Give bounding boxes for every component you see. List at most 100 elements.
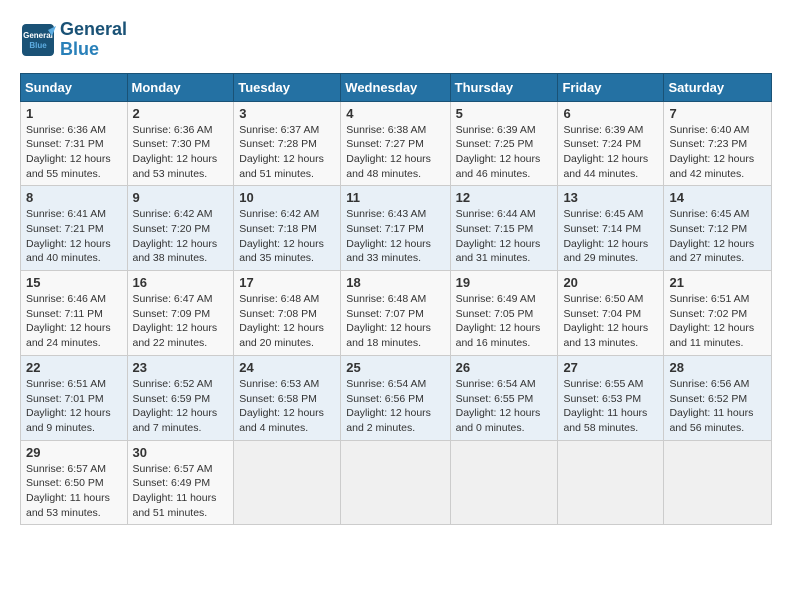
calendar-cell: 8Sunrise: 6:41 AM Sunset: 7:21 PM Daylig…: [21, 186, 128, 271]
day-info: Sunrise: 6:51 AM Sunset: 7:02 PM Dayligh…: [669, 292, 766, 351]
day-info: Sunrise: 6:36 AM Sunset: 7:30 PM Dayligh…: [133, 123, 229, 182]
calendar-cell: 3 Sunrise: 6:37 AM Sunset: 7:28 PM Daylig…: [234, 101, 341, 186]
day-number: 6: [563, 106, 658, 121]
day-info: Sunrise: 6:48 AM Sunset: 7:07 PM Dayligh…: [346, 292, 444, 351]
day-info: Sunrise: 6:57 AM Sunset: 6:50 PM Dayligh…: [26, 462, 122, 521]
logo-general: General: [60, 20, 127, 40]
day-number: 9: [133, 190, 229, 205]
day-info: Sunrise: 6:40 AM Sunset: 7:23 PM Dayligh…: [669, 123, 766, 182]
day-info: Sunrise: 6:39 AM Sunset: 7:25 PM Dayligh…: [456, 123, 553, 182]
day-number: 18: [346, 275, 444, 290]
day-number: 5: [456, 106, 553, 121]
calendar-cell: 20Sunrise: 6:50 AM Sunset: 7:04 PM Dayli…: [558, 271, 664, 356]
day-number: 23: [133, 360, 229, 375]
day-number: 24: [239, 360, 335, 375]
calendar-cell: 12Sunrise: 6:44 AM Sunset: 7:15 PM Dayli…: [450, 186, 558, 271]
day-number: 26: [456, 360, 553, 375]
calendar-week-row: 29 Sunrise: 6:57 AM Sunset: 6:50 PM Dayli…: [21, 440, 772, 525]
day-info: Sunrise: 6:44 AM Sunset: 7:15 PM Dayligh…: [456, 207, 553, 266]
day-info: Sunrise: 6:38 AM Sunset: 7:27 PM Dayligh…: [346, 123, 444, 182]
calendar-week-row: 1 Sunrise: 6:36 AM Sunset: 7:31 PM Daylig…: [21, 101, 772, 186]
day-number: 29: [26, 445, 122, 460]
day-number: 10: [239, 190, 335, 205]
day-number: 22: [26, 360, 122, 375]
column-header-monday: Monday: [127, 73, 234, 101]
calendar-cell: 14 Sunrise: 6:45 AM Sunset: 7:12 PM Dayli…: [664, 186, 772, 271]
calendar-cell: 29 Sunrise: 6:57 AM Sunset: 6:50 PM Dayli…: [21, 440, 128, 525]
calendar-cell: 2 Sunrise: 6:36 AM Sunset: 7:30 PM Daylig…: [127, 101, 234, 186]
calendar-cell: [234, 440, 341, 525]
day-info: Sunrise: 6:55 AM Sunset: 6:53 PM Dayligh…: [563, 377, 658, 436]
column-header-sunday: Sunday: [21, 73, 128, 101]
day-number: 16: [133, 275, 229, 290]
day-number: 2: [133, 106, 229, 121]
calendar-cell: 7 Sunrise: 6:40 AM Sunset: 7:23 PM Daylig…: [664, 101, 772, 186]
day-number: 13: [563, 190, 658, 205]
calendar-cell: 13 Sunrise: 6:45 AM Sunset: 7:14 PM Dayli…: [558, 186, 664, 271]
logo: General Blue General Blue: [20, 20, 127, 60]
calendar-week-row: 22 Sunrise: 6:51 AM Sunset: 7:01 PM Dayli…: [21, 355, 772, 440]
calendar-cell: 30 Sunrise: 6:57 AM Sunset: 6:49 PM Dayli…: [127, 440, 234, 525]
calendar-week-row: 15 Sunrise: 6:46 AM Sunset: 7:11 PM Dayli…: [21, 271, 772, 356]
day-info: Sunrise: 6:45 AM Sunset: 7:14 PM Dayligh…: [563, 207, 658, 266]
calendar-header-row: SundayMondayTuesdayWednesdayThursdayFrid…: [21, 73, 772, 101]
calendar-cell: 4Sunrise: 6:38 AM Sunset: 7:27 PM Daylig…: [341, 101, 450, 186]
day-info: Sunrise: 6:53 AM Sunset: 6:58 PM Dayligh…: [239, 377, 335, 436]
day-info: Sunrise: 6:51 AM Sunset: 7:01 PM Dayligh…: [26, 377, 122, 436]
calendar-week-row: 8Sunrise: 6:41 AM Sunset: 7:21 PM Daylig…: [21, 186, 772, 271]
calendar-cell: 15 Sunrise: 6:46 AM Sunset: 7:11 PM Dayli…: [21, 271, 128, 356]
day-info: Sunrise: 6:52 AM Sunset: 6:59 PM Dayligh…: [133, 377, 229, 436]
calendar-cell: 5 Sunrise: 6:39 AM Sunset: 7:25 PM Daylig…: [450, 101, 558, 186]
svg-text:Blue: Blue: [29, 41, 47, 50]
day-info: Sunrise: 6:54 AM Sunset: 6:56 PM Dayligh…: [346, 377, 444, 436]
day-info: Sunrise: 6:39 AM Sunset: 7:24 PM Dayligh…: [563, 123, 658, 182]
day-info: Sunrise: 6:45 AM Sunset: 7:12 PM Dayligh…: [669, 207, 766, 266]
calendar-cell: 10 Sunrise: 6:42 AM Sunset: 7:18 PM Dayli…: [234, 186, 341, 271]
calendar-cell: [664, 440, 772, 525]
day-info: Sunrise: 6:56 AM Sunset: 6:52 PM Dayligh…: [669, 377, 766, 436]
calendar-cell: 28Sunrise: 6:56 AM Sunset: 6:52 PM Dayli…: [664, 355, 772, 440]
day-number: 19: [456, 275, 553, 290]
calendar-cell: 24 Sunrise: 6:53 AM Sunset: 6:58 PM Dayli…: [234, 355, 341, 440]
day-info: Sunrise: 6:36 AM Sunset: 7:31 PM Dayligh…: [26, 123, 122, 182]
day-info: Sunrise: 6:43 AM Sunset: 7:17 PM Dayligh…: [346, 207, 444, 266]
column-header-wednesday: Wednesday: [341, 73, 450, 101]
calendar-cell: 11Sunrise: 6:43 AM Sunset: 7:17 PM Dayli…: [341, 186, 450, 271]
calendar-cell: 18 Sunrise: 6:48 AM Sunset: 7:07 PM Dayli…: [341, 271, 450, 356]
day-number: 1: [26, 106, 122, 121]
svg-text:General: General: [23, 31, 53, 40]
day-info: Sunrise: 6:54 AM Sunset: 6:55 PM Dayligh…: [456, 377, 553, 436]
day-info: Sunrise: 6:57 AM Sunset: 6:49 PM Dayligh…: [133, 462, 229, 521]
day-info: Sunrise: 6:37 AM Sunset: 7:28 PM Dayligh…: [239, 123, 335, 182]
calendar-cell: [450, 440, 558, 525]
day-number: 20: [563, 275, 658, 290]
day-info: Sunrise: 6:46 AM Sunset: 7:11 PM Dayligh…: [26, 292, 122, 351]
logo-blue: Blue: [60, 40, 127, 60]
day-info: Sunrise: 6:42 AM Sunset: 7:20 PM Dayligh…: [133, 207, 229, 266]
calendar-cell: 27Sunrise: 6:55 AM Sunset: 6:53 PM Dayli…: [558, 355, 664, 440]
calendar-cell: 22 Sunrise: 6:51 AM Sunset: 7:01 PM Dayli…: [21, 355, 128, 440]
calendar-table: SundayMondayTuesdayWednesdayThursdayFrid…: [20, 73, 772, 526]
calendar-cell: 17Sunrise: 6:48 AM Sunset: 7:08 PM Dayli…: [234, 271, 341, 356]
calendar-cell: 6 Sunrise: 6:39 AM Sunset: 7:24 PM Daylig…: [558, 101, 664, 186]
calendar-cell: 1 Sunrise: 6:36 AM Sunset: 7:31 PM Daylig…: [21, 101, 128, 186]
day-number: 15: [26, 275, 122, 290]
calendar-cell: 26 Sunrise: 6:54 AM Sunset: 6:55 PM Dayli…: [450, 355, 558, 440]
day-info: Sunrise: 6:42 AM Sunset: 7:18 PM Dayligh…: [239, 207, 335, 266]
day-number: 30: [133, 445, 229, 460]
day-info: Sunrise: 6:49 AM Sunset: 7:05 PM Dayligh…: [456, 292, 553, 351]
day-number: 3: [239, 106, 335, 121]
day-info: Sunrise: 6:48 AM Sunset: 7:08 PM Dayligh…: [239, 292, 335, 351]
day-number: 21: [669, 275, 766, 290]
calendar-cell: 19 Sunrise: 6:49 AM Sunset: 7:05 PM Dayli…: [450, 271, 558, 356]
general-blue-logo-icon: General Blue: [20, 22, 56, 58]
day-info: Sunrise: 6:47 AM Sunset: 7:09 PM Dayligh…: [133, 292, 229, 351]
day-info: Sunrise: 6:41 AM Sunset: 7:21 PM Dayligh…: [26, 207, 122, 266]
column-header-thursday: Thursday: [450, 73, 558, 101]
calendar-cell: [341, 440, 450, 525]
day-number: 14: [669, 190, 766, 205]
column-header-saturday: Saturday: [664, 73, 772, 101]
day-number: 25: [346, 360, 444, 375]
calendar-cell: [558, 440, 664, 525]
day-number: 7: [669, 106, 766, 121]
